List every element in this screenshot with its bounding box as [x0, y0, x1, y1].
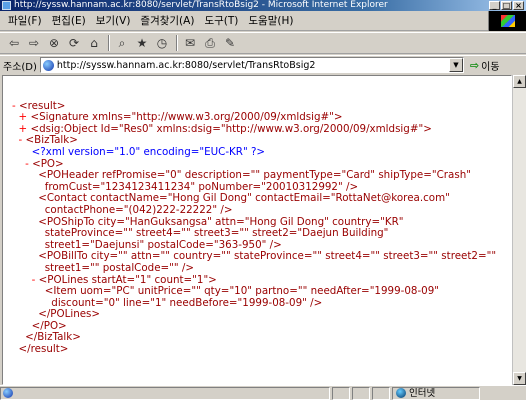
menu-view[interactable]: 보기(V) — [92, 13, 135, 28]
close-button[interactable]: × — [513, 1, 524, 10]
address-dropdown-icon[interactable]: ▼ — [448, 58, 463, 72]
xml-tree: - <result> + <Signature xmlns="http://ww… — [3, 76, 496, 379]
edit-icon[interactable]: ✎ — [221, 34, 239, 52]
internet-globe-icon — [396, 388, 406, 398]
status-bar: 인터넷 — [0, 385, 526, 400]
xml-line-biztalk-close: </BizTalk> — [25, 331, 81, 344]
document-viewport[interactable]: - <result> + <Signature xmlns="http://ww… — [2, 75, 512, 385]
page-done-icon — [3, 388, 13, 398]
windows-logo-throbber — [488, 11, 526, 31]
history-icon[interactable]: ◷ — [153, 34, 171, 52]
status-main-pane — [0, 386, 330, 400]
collapse-toggle[interactable]: - — [12, 100, 16, 112]
maximize-button[interactable]: □ — [501, 1, 512, 10]
expand-toggle[interactable]: + — [19, 111, 28, 123]
status-pane — [352, 386, 370, 400]
menu-tools[interactable]: 도구(T) — [200, 13, 242, 28]
menu-bar: 파일(F) 편집(E) 보기(V) 즐겨찾기(A) 도구(T) 도움말(H) — [0, 11, 526, 31]
ie-app-icon — [2, 1, 11, 10]
page-icon — [42, 59, 54, 71]
mail-icon[interactable]: ✉ — [181, 34, 199, 52]
status-pane — [332, 386, 350, 400]
security-zone: 인터넷 — [392, 386, 480, 400]
menu-help[interactable]: 도움말(H) — [244, 13, 297, 28]
status-pane — [372, 386, 390, 400]
search-icon[interactable]: ⌕ — [113, 34, 131, 52]
standard-toolbar: ⇦ ⇨ ⊗ ⟳ ⌂ ⌕ ★ ◷ ✉ ⎙ ✎ — [0, 32, 526, 54]
go-arrow-icon: ⇨ — [469, 58, 480, 72]
home-icon[interactable]: ⌂ — [85, 34, 103, 52]
go-button[interactable]: ⇨ 이동 — [470, 58, 500, 73]
menu-favorites[interactable]: 즐겨찾기(A) — [136, 13, 198, 28]
address-url[interactable]: http://syssw.hannam.ac.kr:8080/servlet/T… — [57, 60, 316, 71]
forward-icon[interactable]: ⇨ — [25, 34, 43, 52]
xml-line-po-close: </PO> — [31, 319, 67, 332]
minimize-button[interactable]: _ — [489, 1, 500, 10]
xml-line-dsig-object: + <dsig:Object Id="Res0" xmlns:dsig="htt… — [18, 122, 432, 135]
title-bar: http://syssw.hannam.ac.kr:8080/servlet/T… — [0, 0, 526, 11]
collapse-toggle[interactable]: - — [25, 158, 29, 170]
zone-label: 인터넷 — [409, 387, 436, 399]
menu-edit[interactable]: 편집(E) — [48, 13, 90, 28]
xml-line-pi: <?xml version="1.0" encoding="EUC-KR" ?> — [31, 145, 266, 158]
vertical-scrollbar[interactable]: ▲ ▼ — [512, 75, 526, 385]
windows-logo-icon — [501, 15, 515, 27]
window-buttons: _ □ × — [489, 1, 524, 10]
print-icon[interactable]: ⎙ — [201, 34, 219, 52]
address-input[interactable]: http://syssw.hannam.ac.kr:8080/servlet/T… — [39, 57, 464, 73]
xml-line-polines-close: </POLines> — [38, 308, 101, 321]
window-title: http://syssw.hannam.ac.kr:8080/servlet/T… — [14, 0, 388, 10]
menu-file[interactable]: 파일(F) — [4, 13, 46, 28]
stop-icon[interactable]: ⊗ — [45, 34, 63, 52]
xml-line-result-close: </result> — [18, 343, 69, 356]
scroll-down-icon[interactable]: ▼ — [513, 372, 526, 385]
expand-toggle[interactable]: + — [19, 123, 28, 135]
refresh-icon[interactable]: ⟳ — [65, 34, 83, 52]
go-label: 이동 — [481, 61, 500, 73]
collapse-toggle[interactable]: - — [19, 134, 23, 147]
toolbar-separator — [108, 35, 110, 51]
favorites-icon[interactable]: ★ — [133, 34, 151, 52]
address-bar: 주소(D) http://syssw.hannam.ac.kr:8080/ser… — [0, 55, 526, 74]
address-label: 주소(D) — [3, 61, 37, 73]
back-icon[interactable]: ⇦ — [5, 34, 23, 52]
scroll-up-icon[interactable]: ▲ — [513, 75, 526, 88]
collapse-toggle[interactable]: - — [32, 274, 36, 286]
toolbar-separator — [176, 35, 178, 51]
